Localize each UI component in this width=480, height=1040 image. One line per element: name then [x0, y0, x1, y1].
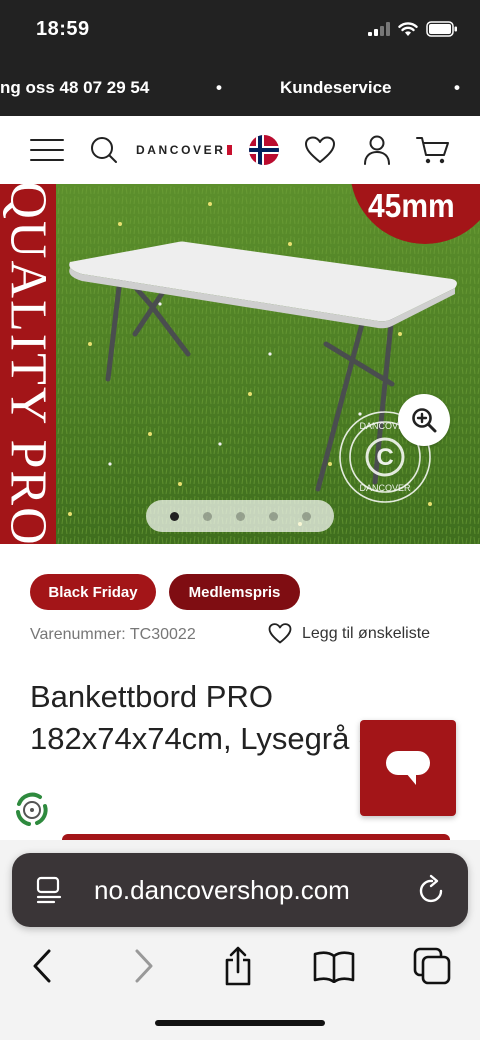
url-text[interactable]: no.dancovershop.com [94, 875, 350, 906]
carousel-dot[interactable] [268, 511, 278, 521]
carousel-dot[interactable] [202, 511, 212, 521]
heart-icon [305, 136, 335, 163]
watermark-text-bottom: DANCOVER [359, 483, 411, 493]
customer-service-link[interactable]: Kundeservice [280, 78, 392, 98]
site-header: DANCOVER [0, 116, 480, 184]
logo[interactable]: DANCOVER [136, 116, 232, 184]
separator-dot: • [216, 78, 222, 97]
tabs-icon [413, 947, 451, 985]
carousel-dots [146, 500, 334, 532]
hamburger-icon [30, 139, 64, 161]
country-selector[interactable] [246, 116, 282, 184]
search-icon [91, 137, 117, 163]
add-to-wishlist-link[interactable]: Legg til ønskeliste [268, 623, 430, 644]
separator-dot: • [454, 78, 460, 97]
chat-button[interactable] [360, 720, 456, 816]
status-bar: 18:59 [0, 0, 480, 60]
bookmarks-button[interactable] [306, 938, 362, 994]
zoom-button[interactable] [398, 394, 450, 446]
product-image-gallery[interactable]: C DANCOVER DANCOVER QUALITY PRO 45mm [0, 184, 480, 544]
thickness-badge-text: 45mm [368, 188, 455, 225]
user-icon [364, 135, 390, 165]
wishlist-button[interactable] [302, 116, 338, 184]
home-indicator [155, 1020, 325, 1026]
logo-text: DANCOVER [136, 143, 226, 157]
reload-icon[interactable] [418, 874, 446, 904]
announcement-bar[interactable]: ng oss 48 07 29 54 • Kundeservice • [0, 60, 480, 116]
phone-text[interactable]: ng oss 48 07 29 54 [0, 78, 149, 98]
svg-text:C: C [376, 444, 393, 471]
book-icon [313, 951, 355, 983]
back-button[interactable] [14, 938, 70, 994]
chevron-left-icon [33, 949, 51, 983]
share-button[interactable] [210, 938, 266, 994]
carousel-dot[interactable] [301, 511, 311, 521]
status-time: 18:59 [36, 18, 90, 40]
chevron-right-icon [135, 949, 153, 983]
recycle-icon[interactable] [10, 788, 54, 832]
battery-icon [426, 21, 457, 37]
cart-button[interactable] [414, 116, 452, 184]
cart-icon [416, 137, 449, 164]
member-price-badge: Medlemspris [169, 574, 300, 610]
wishlist-label: Legg til ønskeliste [302, 624, 431, 642]
wifi-icon [398, 21, 418, 36]
quality-pro-label: QUALITY PRO [0, 184, 57, 544]
search-button[interactable] [88, 116, 120, 184]
menu-button[interactable] [28, 116, 66, 184]
carousel-dot[interactable] [169, 511, 179, 521]
heart-outline-icon [268, 623, 292, 644]
carousel-dot[interactable] [235, 511, 245, 521]
logo-mark [227, 145, 232, 155]
black-friday-badge: Black Friday [30, 574, 156, 610]
norway-flag-icon [249, 135, 279, 165]
tabs-button[interactable] [404, 938, 460, 994]
share-icon [225, 946, 251, 986]
zoom-in-icon [412, 408, 437, 433]
account-button[interactable] [360, 116, 394, 184]
page-menu-icon[interactable] [36, 876, 62, 904]
chat-bubble-icon [386, 751, 430, 785]
forward-button[interactable] [116, 938, 172, 994]
status-icons [368, 21, 458, 37]
signal-icon [368, 22, 390, 36]
sku-text: Varenummer: TC30022 [30, 626, 196, 643]
